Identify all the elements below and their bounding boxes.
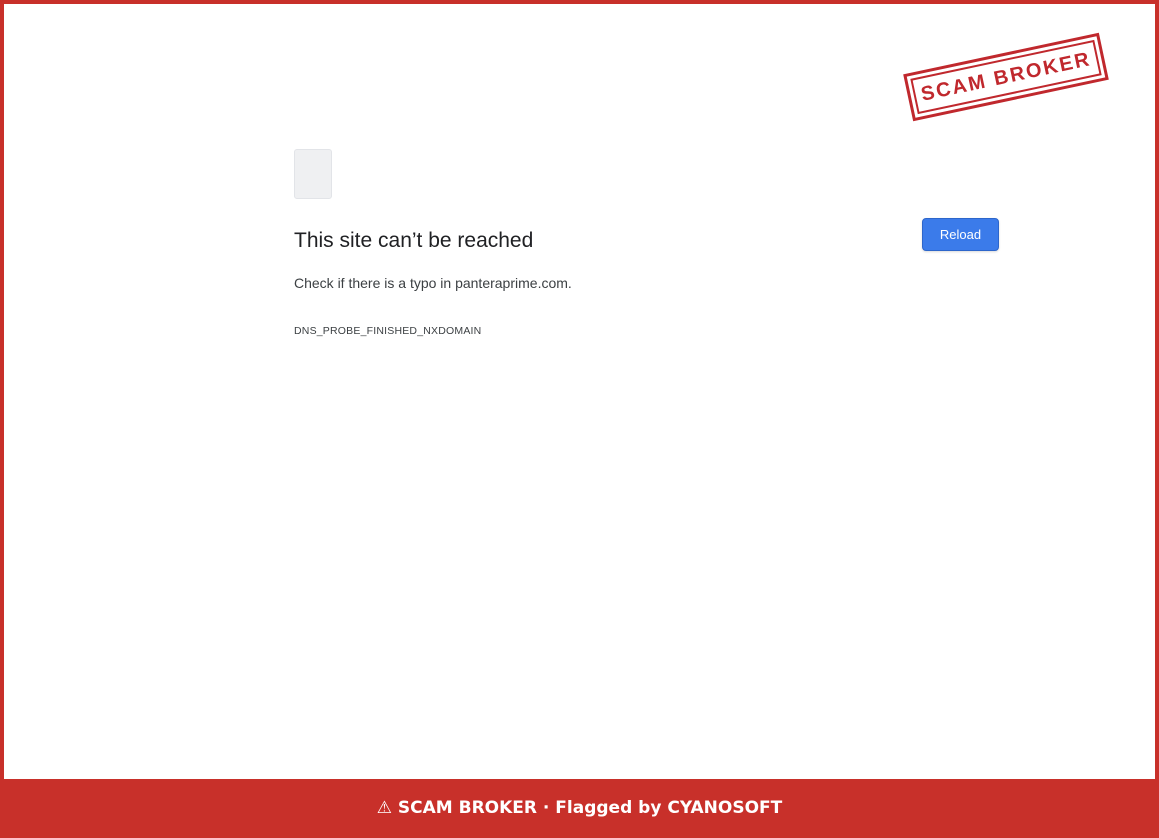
reload-button[interactable]: Reload — [922, 218, 999, 251]
scam-broker-stamp: SCAM BROKER — [903, 32, 1109, 122]
error-title: This site can’t be reached — [294, 229, 534, 252]
document-icon — [294, 149, 332, 199]
warning-icon: ⚠ — [376, 798, 398, 818]
scam-warning-banner: ⚠ SCAM BROKER · Flagged by CYANOSOFT — [0, 779, 1159, 838]
stamp-text: SCAM BROKER — [910, 39, 1102, 115]
error-code: DNS_PROBE_FINISHED_NXDOMAIN — [294, 325, 482, 337]
page-frame: SCAM BROKER This site can’t be reached C… — [0, 0, 1159, 838]
error-message: Check if there is a typo in panteraprime… — [294, 275, 572, 291]
banner-text: SCAM BROKER · Flagged by CYANOSOFT — [397, 798, 783, 818]
